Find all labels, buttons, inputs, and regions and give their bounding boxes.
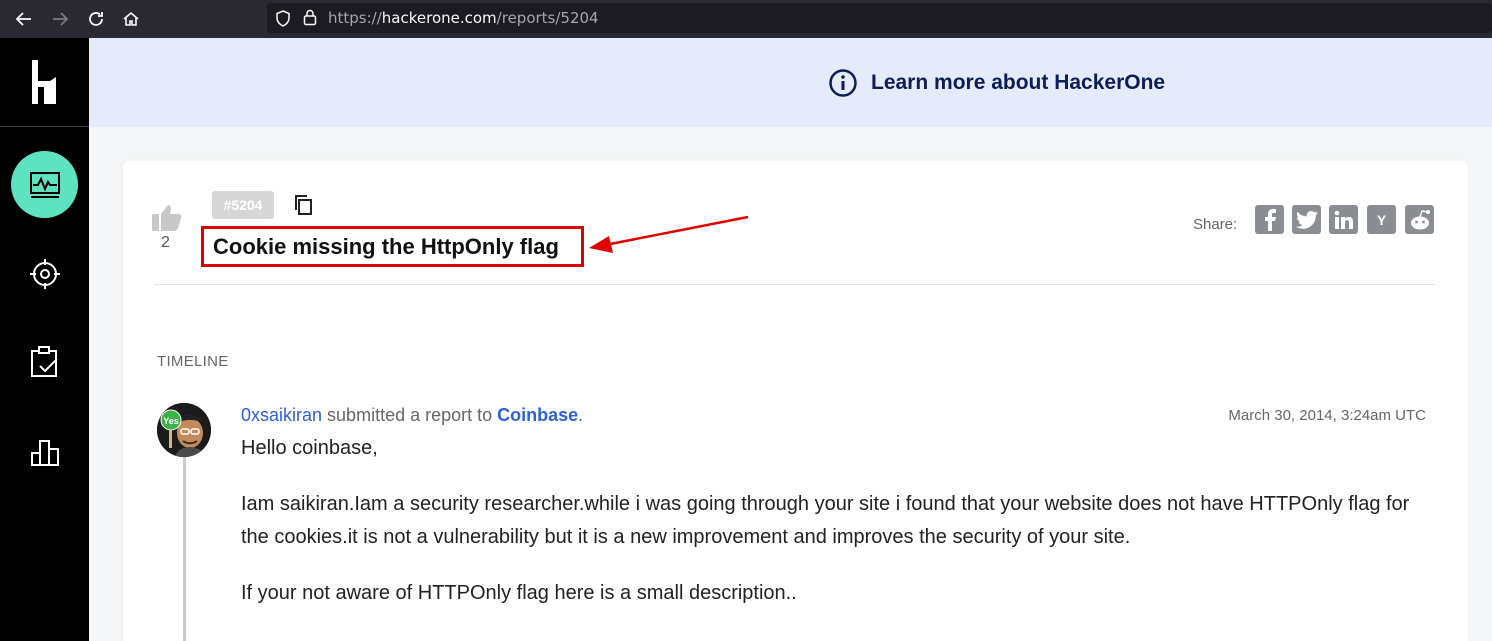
linkedin-icon <box>1334 210 1353 229</box>
crosshair-icon <box>29 258 60 289</box>
header-divider <box>154 284 1435 285</box>
twitter-icon <box>1295 210 1318 229</box>
report-paragraph-2: Iam saikiran.Iam a security researcher.w… <box>241 493 1410 548</box>
sidebar-item-reports[interactable] <box>11 328 78 395</box>
event-header: 0xsaikiran submitted a report to Coinbas… <box>241 405 583 426</box>
share-reddit-button[interactable] <box>1405 205 1434 234</box>
program-link[interactable]: Coinbase <box>497 405 578 425</box>
copy-link-button[interactable] <box>292 194 314 220</box>
activity-icon <box>29 171 60 198</box>
back-button[interactable] <box>11 6 37 32</box>
sidebar-item-targets[interactable] <box>11 240 78 307</box>
event-timestamp: March 30, 2014, 3:24am UTC <box>1228 407 1426 424</box>
report-paragraph-1: Hello coinbase, <box>241 437 378 459</box>
info-banner: Learn more about HackerOne <box>89 38 1492 127</box>
report-title: Cookie missing the HttpOnly flag <box>213 233 559 259</box>
hackerone-logo[interactable] <box>0 38 89 127</box>
arrow-right-icon <box>53 12 69 26</box>
home-button[interactable] <box>118 6 144 32</box>
share-twitter-button[interactable] <box>1292 205 1321 234</box>
avatar[interactable]: Yes <box>157 403 211 457</box>
sidebar-item-activity[interactable] <box>11 151 78 218</box>
shield-icon[interactable] <box>275 10 291 27</box>
timeline-line <box>183 457 186 641</box>
share-ycombinator-button[interactable]: Y <box>1367 205 1396 234</box>
report-paragraph-3: If your not aware of HTTPOnly flag here … <box>241 582 797 604</box>
learn-more-link[interactable]: Learn more about HackerOne <box>828 68 1165 98</box>
upvote-button[interactable] <box>152 205 182 235</box>
thumbs-up-icon <box>152 205 182 231</box>
event-period: . <box>578 405 584 425</box>
reload-button[interactable] <box>83 6 109 32</box>
event-action-text: submitted a report to <box>322 405 498 425</box>
title-highlight-box: Cookie missing the HttpOnly flag <box>201 226 584 267</box>
url-path: /reports/5204 <box>496 9 599 27</box>
share-label: Share: <box>1193 216 1238 233</box>
left-sidebar <box>0 38 89 641</box>
url-scheme: https:// <box>328 9 382 27</box>
lock-icon[interactable] <box>303 9 317 26</box>
ycombinator-icon: Y <box>1376 211 1387 228</box>
info-icon <box>829 69 857 97</box>
user-avatar-icon: Yes <box>157 403 211 457</box>
sidebar-item-leaderboard[interactable] <box>11 418 78 485</box>
url-bar[interactable]: https://hackerone.com/reports/5204 <box>267 3 1492 33</box>
copy-icon <box>295 195 312 215</box>
share-facebook-button[interactable] <box>1255 205 1284 234</box>
bar-chart-icon <box>30 439 59 466</box>
share-linkedin-button[interactable] <box>1329 205 1358 234</box>
reload-icon <box>89 12 103 26</box>
reporter-username-link[interactable]: 0xsaikiran <box>241 405 322 425</box>
learn-more-text: Learn more about HackerOne <box>871 71 1166 94</box>
forward-button[interactable] <box>47 6 73 32</box>
annotation-arrow-icon <box>589 215 749 253</box>
arrow-left-icon <box>15 12 31 26</box>
url-domain: hackerone.com <box>381 9 497 27</box>
facebook-icon <box>1264 208 1276 231</box>
timeline-heading: TIMELINE <box>157 353 229 370</box>
report-id-badge: #5204 <box>212 191 274 219</box>
home-icon <box>123 11 139 26</box>
reddit-icon <box>1410 209 1430 229</box>
url-text: https://hackerone.com/reports/5204 <box>328 9 599 27</box>
clipboard-check-icon <box>30 345 58 377</box>
browser-toolbar: https://hackerone.com/reports/5204 <box>0 0 1492 38</box>
vote-count: 2 <box>161 234 170 251</box>
avatar-sign-text: Yes <box>163 416 179 426</box>
hackerone-logo-icon <box>31 60 56 104</box>
